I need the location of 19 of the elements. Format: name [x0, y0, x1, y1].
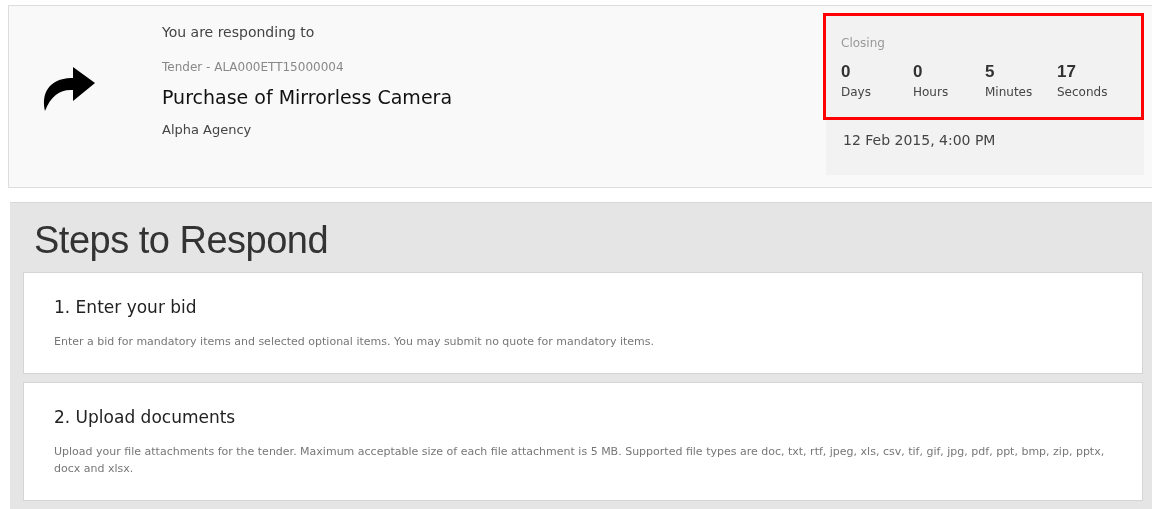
countdown-value: 0 [913, 62, 924, 82]
step-heading: 1. Enter your bid [54, 297, 198, 317]
countdown-unit: Minutes [985, 85, 1034, 99]
tender-title: Purchase of Mirrorless Camera [162, 86, 454, 108]
countdown-value: 0 [841, 62, 852, 82]
agency-name: Alpha Agency [162, 122, 253, 137]
countdown-value: 5 [985, 62, 996, 82]
countdown-unit: Days [841, 85, 872, 99]
intro-text: You are responding to [162, 24, 316, 40]
step-description: Enter a bid for mandatory items and selected optional items. You may submit no quote for mandatory items. [54, 334, 656, 350]
step-heading: 2. Upload documents [54, 406, 237, 427]
countdown-unit: Hours [913, 85, 950, 99]
tender-reference: Tender - ALA000ETT15000004 [162, 60, 345, 74]
countdown-unit: Seconds [1057, 85, 1109, 99]
countdown-value: 17 [1057, 62, 1077, 82]
section-title: Steps to Respond [34, 219, 330, 262]
closing-date: 12 Feb 2015, 4:00 PM [843, 132, 997, 148]
closing-label: Closing [841, 36, 886, 50]
step-description: Upload your file attachments for the tender. Maximum acceptable size of each file attachment is 5 MB. Supported file types are doc, txt, rtf, jpeg, xls, csv, tif, gif, jpg, pdf, ppt, bmp, zip, pptx, docx and xlsx. [54, 443, 1106, 478]
